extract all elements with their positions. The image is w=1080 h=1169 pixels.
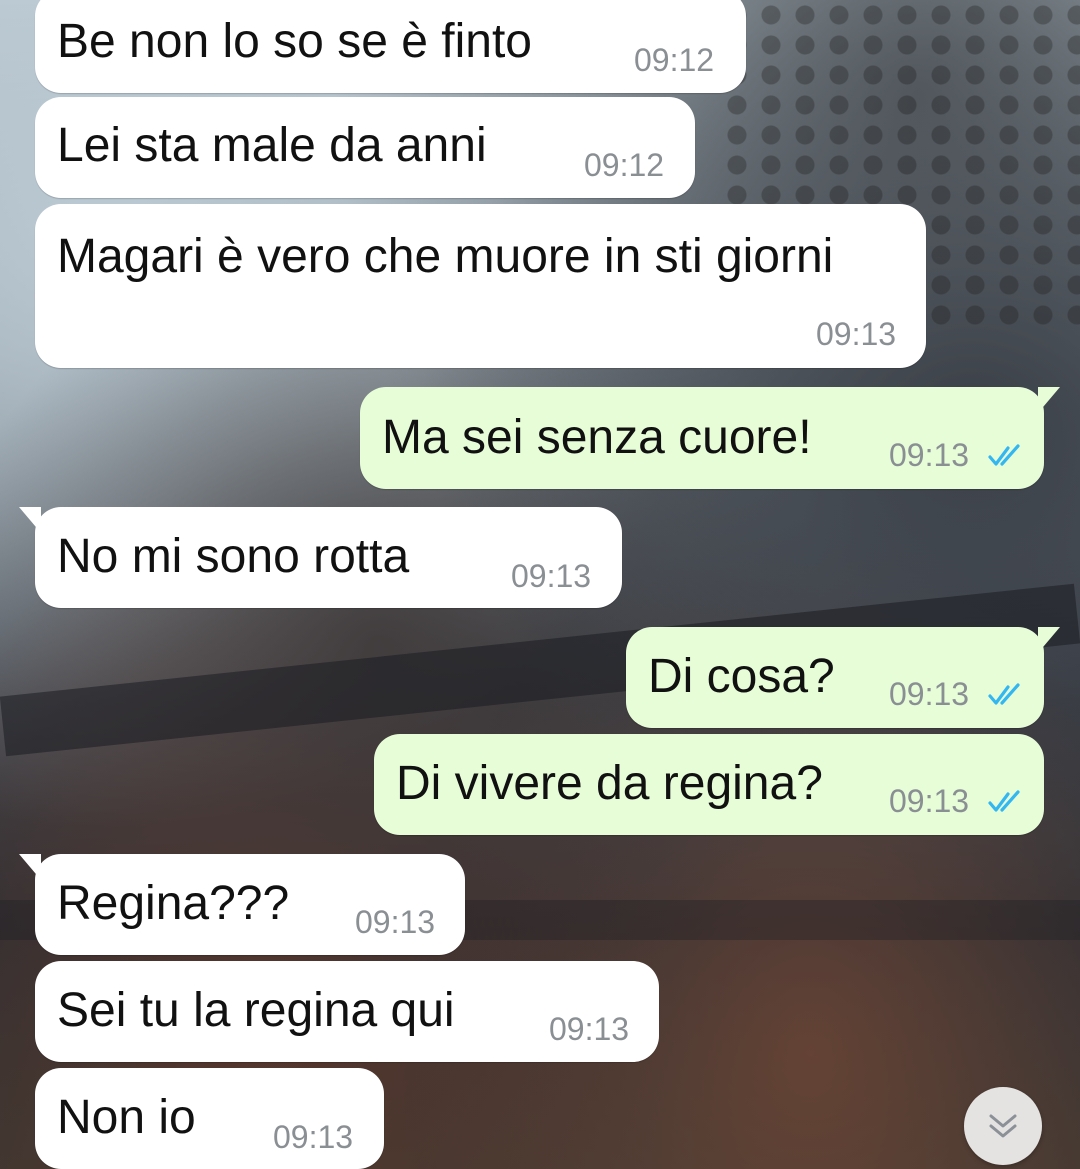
double-check-icon — [988, 444, 1020, 466]
message-timestamp: 09:13 — [816, 316, 897, 352]
message-timestamp: 09:13 — [511, 558, 592, 594]
message-text: Lei sta male da anni — [57, 119, 487, 172]
message-timestamp: 09:13 — [549, 1011, 630, 1047]
double-chevron-down-icon — [989, 1114, 1017, 1138]
message-text: No mi sono rotta — [57, 530, 410, 583]
message-timestamp: 09:13 — [889, 783, 970, 819]
message-bubble-outgoing[interactable]: Di vivere da regina? 09:13 — [374, 734, 1044, 835]
message-bubble-outgoing[interactable]: Di cosa? 09:13 — [626, 627, 1060, 728]
message-bubble-incoming[interactable]: Lei sta male da anni 09:12 — [35, 97, 695, 198]
message-text: Regina??? — [57, 877, 290, 930]
scroll-to-bottom-button[interactable] — [964, 1087, 1042, 1165]
message-bubble-incoming[interactable]: Non io 09:13 — [35, 1068, 384, 1169]
message-timestamp: 09:12 — [584, 147, 665, 183]
message-bubble-incoming[interactable]: Sei tu la regina qui 09:13 — [35, 961, 659, 1062]
message-bubble-incoming[interactable]: Regina??? 09:13 — [19, 854, 465, 955]
double-check-icon — [988, 790, 1020, 812]
double-check-icon — [988, 683, 1020, 705]
message-bubble-incoming[interactable]: Be non lo so se è finto 09:12 — [35, 0, 746, 93]
message-text: Magari è vero che muore in sti giorni — [57, 230, 834, 283]
message-timestamp: 09:13 — [273, 1119, 354, 1155]
message-timestamp: 09:13 — [355, 904, 436, 940]
message-timestamp: 09:13 — [889, 676, 970, 712]
message-text: Di vivere da regina? — [396, 757, 823, 810]
message-text: Di cosa? — [648, 650, 835, 703]
message-text: Sei tu la regina qui — [57, 984, 455, 1037]
message-text: Ma sei senza cuore! — [382, 411, 812, 464]
chat-wallpaper: Be non lo so se è finto 09:12 Lei sta ma… — [0, 0, 1080, 1169]
message-bubble-outgoing[interactable]: Ma sei senza cuore! 09:13 — [360, 387, 1060, 489]
message-bubble-incoming[interactable]: No mi sono rotta 09:13 — [19, 507, 622, 608]
message-bubble-incoming[interactable]: Magari è vero che muore in sti giorni 09… — [35, 204, 926, 368]
message-timestamp: 09:13 — [889, 437, 970, 473]
message-text: Be non lo so se è finto — [57, 15, 532, 68]
message-timestamp: 09:12 — [634, 42, 715, 78]
message-text: Non io — [57, 1091, 196, 1144]
